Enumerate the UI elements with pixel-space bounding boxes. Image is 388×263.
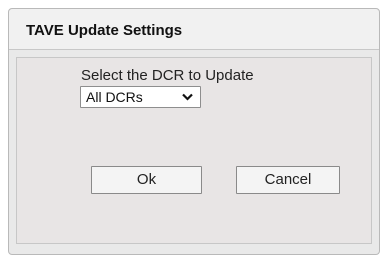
dcr-select-value: All DCRs [86, 89, 143, 105]
select-dcr-label: Select the DCR to Update [81, 67, 254, 84]
dialog-title-bar: TAVE Update Settings [9, 9, 379, 50]
dcr-select-dropdown[interactable]: All DCRs [80, 86, 201, 108]
dialog-title: TAVE Update Settings [26, 22, 183, 39]
ok-button[interactable]: Ok [91, 166, 202, 194]
tave-update-settings-dialog: TAVE Update Settings Select the DCR to U… [8, 8, 380, 255]
chevron-down-icon [182, 93, 193, 101]
dialog-content-panel: Select the DCR to Update All DCRs Ok Can… [16, 57, 372, 244]
cancel-button[interactable]: Cancel [236, 166, 340, 194]
